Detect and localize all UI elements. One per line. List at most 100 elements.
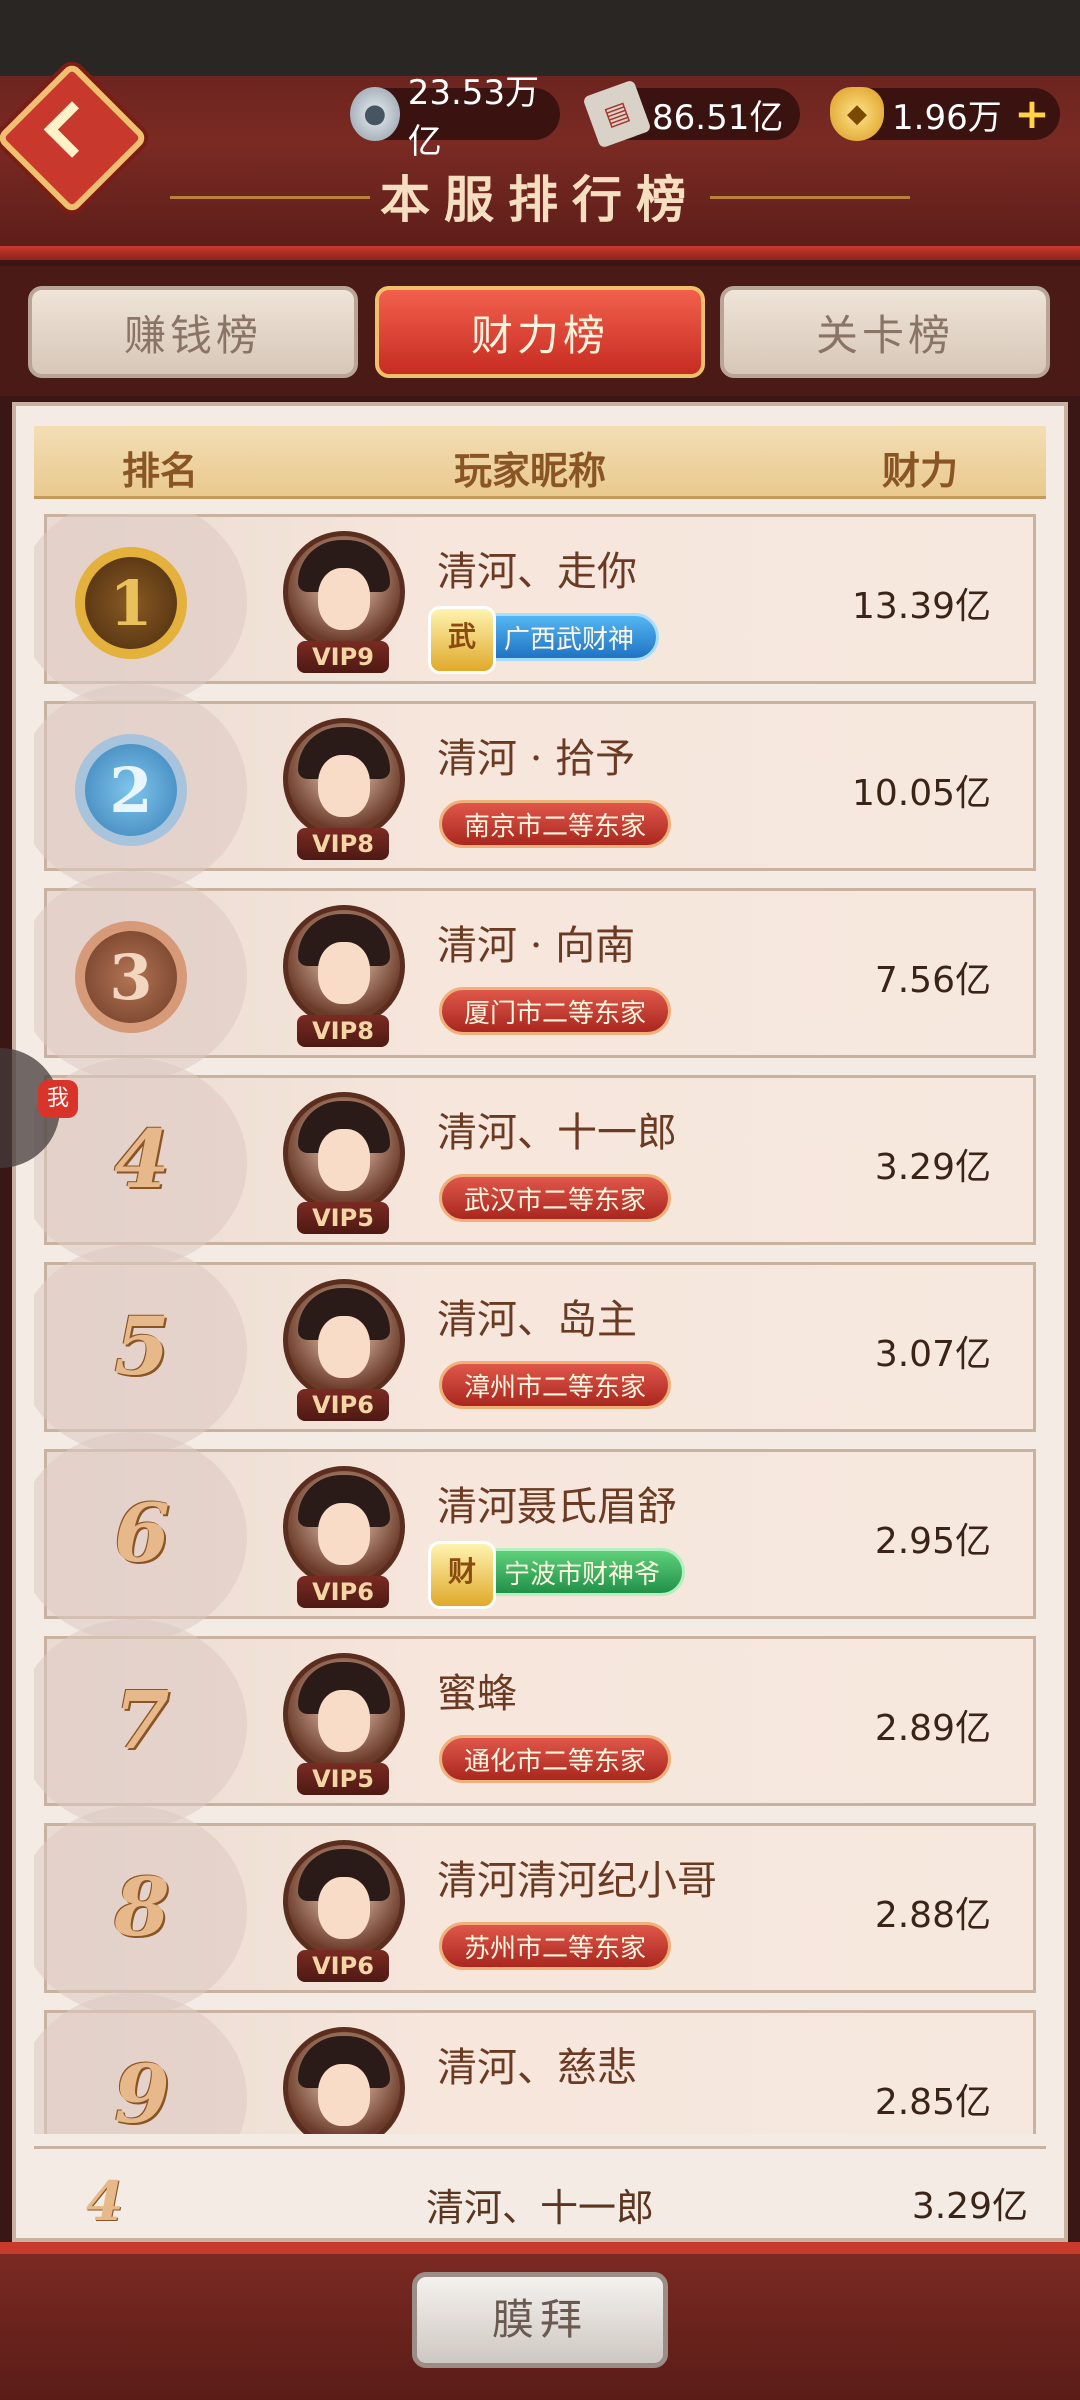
badge-label: 厦门市二等东家 bbox=[464, 999, 647, 1029]
table-row[interactable]: 6 VIP6 清河聂氏眉舒财宁波市财神爷 2.95亿 bbox=[34, 1432, 1036, 1642]
avatar[interactable] bbox=[283, 1466, 405, 1588]
rank-number: 8 bbox=[114, 1860, 170, 1954]
bottom-bar: 膜拜 bbox=[0, 2242, 1080, 2400]
title-badge: 武广西武财神 bbox=[428, 606, 660, 674]
player-name: 清河、岛主 bbox=[437, 1297, 637, 1343]
title-badge: 苏州市二等东家 bbox=[439, 1922, 672, 1970]
badge-label: 武汉市二等东家 bbox=[464, 1186, 647, 1216]
title-badge: 厦门市二等东家 bbox=[439, 987, 672, 1035]
badge-label: 南京市二等东家 bbox=[464, 812, 647, 842]
avatar-face bbox=[318, 1877, 370, 1939]
player-name: 清河 · 向南 bbox=[437, 923, 636, 969]
avatar[interactable] bbox=[283, 531, 405, 653]
title-badge: 漳州市二等东家 bbox=[439, 1361, 672, 1409]
vip-badge: VIP6 bbox=[297, 1389, 389, 1421]
table-row[interactable]: 3 VIP8 清河 · 向南厦门市二等东家 7.56亿 bbox=[34, 871, 1036, 1081]
player-name: 清河清河纪小哥 bbox=[437, 1858, 717, 1904]
table-row[interactable]: 2 VIP8 清河 · 拾予南京市二等东家 10.05亿 bbox=[34, 684, 1036, 894]
rank-number: 6 bbox=[114, 1486, 170, 1580]
table-row[interactable]: 5 VIP6 清河、岛主 漳州市二等东家 3.07亿 bbox=[34, 1245, 1036, 1455]
avatar[interactable] bbox=[283, 1092, 405, 1214]
vip-badge: VIP5 bbox=[297, 1202, 389, 1234]
wealth-value: 2.85亿 bbox=[874, 2082, 991, 2123]
my-rank-name: 清河、十一郎 bbox=[425, 2186, 654, 2230]
player-name: 清河、走你 bbox=[437, 549, 637, 595]
table-row[interactable]: 4 VIP5 清河、十一郎武汉市二等东家 3.29亿 bbox=[34, 1058, 1036, 1268]
back-arrow-icon bbox=[43, 101, 101, 158]
my-rank-wealth: 3.29亿 bbox=[911, 2186, 1028, 2227]
wealth-value: 2.89亿 bbox=[874, 1708, 991, 1749]
badge-label: 广西武财神 bbox=[504, 625, 635, 655]
leaderboard-panel: 排名 玩家昵称 财力 1 VIP9 清河、走你武广西武财神 13.39亿 2 VIP8 清河… bbox=[12, 402, 1068, 2242]
silver-resource: ● 23.53万亿 bbox=[350, 73, 560, 162]
avatar[interactable] bbox=[283, 1279, 405, 1401]
avatar-face bbox=[318, 1690, 370, 1752]
tab-bar: 赚钱榜 财力榜 关卡榜 bbox=[0, 266, 1080, 396]
tab-earn-money[interactable]: 赚钱榜 bbox=[28, 286, 358, 378]
title-badge: 武汉市二等东家 bbox=[439, 1174, 672, 1222]
vip-badge: VIP8 bbox=[297, 1015, 389, 1047]
add-gold-button[interactable]: + bbox=[1014, 93, 1050, 135]
column-name: 玩家昵称 bbox=[454, 448, 607, 493]
avatar[interactable] bbox=[283, 1840, 405, 1962]
avatar[interactable] bbox=[283, 905, 405, 1027]
avatar[interactable] bbox=[283, 2027, 405, 2134]
badge-emblem-icon: 财 bbox=[428, 1541, 496, 1609]
ranking-list[interactable]: 1 VIP9 清河、走你武广西武财神 13.39亿 2 VIP8 清河 · 拾予南京市二等东… bbox=[34, 514, 1046, 2134]
my-rank-row: 4 清河、十一郎 3.29亿 bbox=[34, 2146, 1046, 2245]
table-row[interactable]: 9 清河、慈悲 2.85亿 bbox=[34, 1993, 1036, 2134]
table-row[interactable]: 7 VIP5 蜜蜂 通化市二等东家 2.89亿 bbox=[34, 1619, 1036, 1829]
page-title: 本服排行榜 bbox=[380, 170, 700, 229]
vip-badge: VIP8 bbox=[297, 828, 389, 860]
tab-wealth[interactable]: 财力榜 bbox=[375, 286, 705, 378]
rank-medal: 1 bbox=[75, 547, 187, 659]
avatar-face bbox=[318, 568, 370, 630]
vip-badge: VIP6 bbox=[297, 1950, 389, 1982]
silver-amount: 23.53万亿 bbox=[407, 73, 540, 162]
wealth-value: 13.39亿 bbox=[851, 586, 991, 627]
title-badge: 财宁波市财神爷 bbox=[428, 1541, 686, 1609]
avatar-face bbox=[318, 942, 370, 1004]
vip-badge: VIP5 bbox=[297, 1763, 389, 1795]
wealth-value: 3.07亿 bbox=[874, 1334, 991, 1375]
header: ● 23.53万亿 ▤ 86.51亿 ◆ 1.96万 + 本服排行榜 bbox=[0, 0, 1080, 260]
rank-medal: 3 bbox=[75, 921, 187, 1033]
player-name: 清河、十一郎 bbox=[437, 1110, 677, 1156]
wealth-value: 3.29亿 bbox=[874, 1147, 991, 1188]
gold-ingot-icon: ◆ bbox=[830, 87, 884, 141]
table-row[interactable]: 1 VIP9 清河、走你武广西武财神 13.39亿 bbox=[34, 514, 1036, 707]
title-badge: 南京市二等东家 bbox=[439, 800, 672, 848]
player-name: 清河聂氏眉舒 bbox=[437, 1484, 677, 1530]
avatar-face bbox=[318, 1129, 370, 1191]
avatar-face bbox=[318, 2064, 370, 2126]
avatar[interactable] bbox=[283, 718, 405, 840]
wealth-value: 7.56亿 bbox=[874, 960, 991, 1001]
worship-button[interactable]: 膜拜 bbox=[412, 2272, 668, 2368]
player-name: 清河 · 拾予 bbox=[437, 736, 636, 782]
vip-badge: VIP9 bbox=[297, 641, 389, 673]
rank-number: 9 bbox=[114, 2047, 170, 2134]
table-row[interactable]: 8 VIP6 清河清河纪小哥苏州市二等东家 2.88亿 bbox=[34, 1806, 1036, 2016]
wealth-value: 10.05亿 bbox=[851, 773, 991, 814]
column-header: 排名 玩家昵称 财力 bbox=[34, 426, 1046, 499]
rank-number: 4 bbox=[114, 1112, 170, 1206]
vip-badge: VIP6 bbox=[297, 1576, 389, 1608]
avatar-face bbox=[318, 755, 370, 817]
gold-amount: 1.96万 bbox=[892, 97, 1002, 138]
silver-coin-icon: ● bbox=[350, 87, 400, 141]
player-name: 蜜蜂 bbox=[437, 1671, 517, 1717]
header-rail bbox=[0, 246, 1080, 260]
avatar[interactable] bbox=[283, 1653, 405, 1775]
wealth-value: 2.88亿 bbox=[874, 1895, 991, 1936]
tab-stage[interactable]: 关卡榜 bbox=[720, 286, 1050, 378]
ticket-amount: 86.51亿 bbox=[652, 97, 784, 138]
title-badge: 通化市二等东家 bbox=[439, 1735, 672, 1783]
avatar-face bbox=[318, 1503, 370, 1565]
bottom-rail bbox=[0, 2242, 1080, 2254]
badge-label: 通化市二等东家 bbox=[464, 1747, 647, 1777]
badge-label: 漳州市二等东家 bbox=[464, 1373, 647, 1403]
badge-label: 苏州市二等东家 bbox=[464, 1934, 647, 1964]
rank-medal: 2 bbox=[75, 734, 187, 846]
avatar-face bbox=[318, 1316, 370, 1378]
ticket-resource: ▤ 86.51亿 bbox=[582, 79, 800, 149]
